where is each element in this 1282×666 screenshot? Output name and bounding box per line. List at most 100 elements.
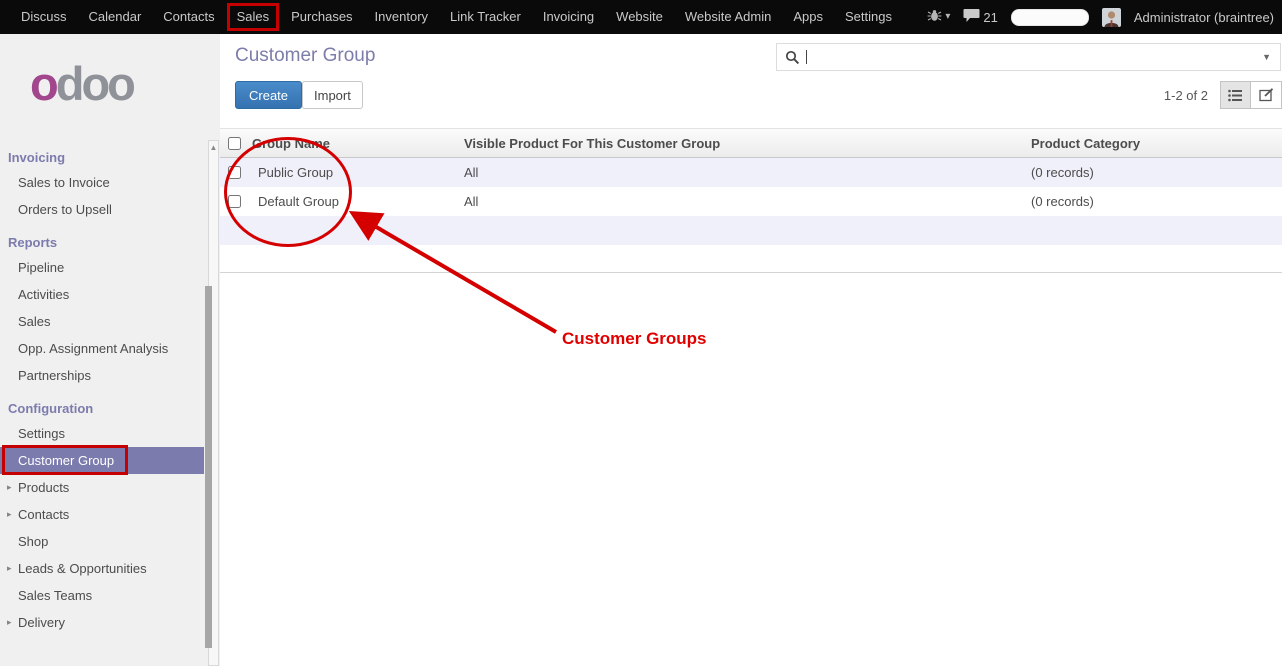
expand-triangle-icon: ▸ — [7, 482, 12, 493]
topbar-item-settings[interactable]: Settings — [834, 0, 903, 34]
topbar-item-invoicing[interactable]: Invoicing — [532, 0, 605, 34]
checkbox[interactable] — [228, 166, 241, 179]
topbar-item-website-admin[interactable]: Website Admin — [674, 0, 782, 34]
sidebar-item-leads-opportunities[interactable]: ▸ Leads & Opportunities — [0, 555, 204, 582]
import-button[interactable]: Import — [302, 81, 363, 109]
form-view-button[interactable] — [1251, 81, 1282, 109]
cell-visible-product: All — [460, 194, 1027, 209]
table-row[interactable]: Public Group All (0 records) — [220, 158, 1282, 187]
bug-icon — [927, 9, 942, 25]
empty-row — [220, 216, 1282, 245]
messages-count: 21 — [983, 10, 997, 25]
topbar-item-website[interactable]: Website — [605, 0, 674, 34]
sidebar-item-settings[interactable]: Settings — [0, 420, 204, 447]
cell-group-name: Public Group — [248, 165, 460, 180]
sidebar-item-sales-to-invoice[interactable]: Sales to Invoice — [0, 169, 204, 196]
topbar-right-tools: ▾ 21 Administrator (braintree — [927, 8, 1282, 27]
topbar-item-discuss[interactable]: Discuss — [10, 0, 78, 34]
sidebar-item-label: Customer Group — [18, 453, 114, 468]
user-avatar[interactable] — [1102, 8, 1121, 27]
search-dropdown-caret-icon[interactable]: ▼ — [1262, 52, 1271, 62]
sidebar: odoo Invoicing Sales to Invoice Orders t… — [0, 34, 204, 666]
sidebar-item-products[interactable]: ▸ Products — [0, 474, 204, 501]
sidebar-item-orders-to-upsell[interactable]: Orders to Upsell — [0, 196, 204, 223]
sidebar-item-partnerships[interactable]: Partnerships — [0, 362, 204, 389]
sidebar-section-configuration: Configuration Settings Customer Group ▸ P… — [0, 395, 204, 636]
sidebar-item-sales[interactable]: Sales — [0, 308, 204, 335]
sidebar-item-label: Delivery — [18, 615, 65, 630]
odoo-logo[interactable]: odoo — [30, 56, 204, 114]
sidebar-item-label: Settings — [18, 426, 65, 441]
topbar-item-link-tracker[interactable]: Link Tracker — [439, 0, 532, 34]
sidebar-menu: Invoicing Sales to Invoice Orders to Ups… — [0, 144, 204, 636]
logo-letter: o — [107, 57, 133, 110]
sidebar-section-invoicing: Invoicing Sales to Invoice Orders to Ups… — [0, 144, 204, 223]
scrollbar-up-arrow-icon[interactable]: ▲ — [209, 142, 218, 154]
chat-bubble-icon — [963, 8, 980, 26]
search-input[interactable] — [807, 46, 1262, 68]
user-menu[interactable]: Administrator (braintree) — [1134, 10, 1274, 25]
sidebar-item-shop[interactable]: Shop — [0, 528, 204, 555]
topbar-item-purchases[interactable]: Purchases — [280, 0, 363, 34]
sidebar-item-label: Leads & Opportunities — [18, 561, 147, 576]
sidebar-section-header: Invoicing — [0, 144, 204, 169]
row-checkbox-cell — [220, 166, 248, 179]
sidebar-item-label: Pipeline — [18, 260, 64, 275]
sidebar-item-label: Orders to Upsell — [18, 202, 112, 217]
breadcrumb-page-title: Customer Group — [235, 45, 375, 67]
create-button[interactable]: Create — [235, 81, 302, 109]
sidebar-item-label: Partnerships — [18, 368, 91, 383]
view-switcher — [1220, 81, 1282, 109]
search-bar: ▼ — [776, 43, 1281, 71]
sidebar-item-customer-group[interactable]: Customer Group — [0, 447, 204, 474]
sidebar-item-pipeline[interactable]: Pipeline — [0, 254, 204, 281]
sidebar-item-label: Shop — [18, 534, 48, 549]
checkbox[interactable] — [228, 195, 241, 208]
cell-product-category: (0 records) — [1027, 165, 1282, 180]
logo-letter: o — [81, 57, 107, 110]
sidebar-section-header: Reports — [0, 229, 204, 254]
top-menu-bar: Discuss Calendar Contacts Sales Purchase… — [0, 0, 1282, 34]
select-all-checkbox[interactable] — [220, 137, 248, 150]
topbar-item-apps[interactable]: Apps — [782, 0, 834, 34]
table-row[interactable]: Default Group All (0 records) — [220, 187, 1282, 216]
logo-letter: o — [30, 57, 56, 110]
list-view-button[interactable] — [1220, 81, 1251, 109]
annotation-sales-box: Sales — [227, 3, 280, 31]
sidebar-item-label: Contacts — [18, 507, 69, 522]
sidebar-item-sales-teams[interactable]: Sales Teams — [0, 582, 204, 609]
checkbox[interactable] — [228, 137, 241, 150]
sidebar-scroll-gutter: ▲ — [204, 34, 220, 666]
sidebar-item-label: Sales Teams — [18, 588, 92, 603]
column-header-group-name[interactable]: Group Name — [248, 136, 460, 151]
topbar-item-sales[interactable]: Sales — [230, 6, 277, 28]
expand-triangle-icon: ▸ — [7, 509, 12, 520]
search-icon — [785, 50, 800, 65]
sidebar-item-opp-assignment[interactable]: Opp. Assignment Analysis — [0, 335, 204, 362]
sidebar-section-header: Configuration — [0, 395, 204, 420]
expand-triangle-icon: ▸ — [7, 563, 12, 574]
topbar-item-contacts[interactable]: Contacts — [152, 0, 225, 34]
sidebar-item-delivery[interactable]: ▸ Delivery — [0, 609, 204, 636]
cell-group-name: Default Group — [248, 194, 460, 209]
column-header-visible-product[interactable]: Visible Product For This Customer Group — [460, 136, 1027, 151]
pager-range: 1-2 of 2 — [1164, 88, 1208, 103]
debug-menu-button[interactable]: ▾ — [927, 9, 950, 25]
messages-button[interactable]: 21 — [963, 8, 997, 26]
sidebar-item-label: Products — [18, 480, 69, 495]
list-icon — [1228, 89, 1243, 102]
sidebar-item-label: Sales to Invoice — [18, 175, 110, 190]
sidebar-item-activities[interactable]: Activities — [0, 281, 204, 308]
main-content: Customer Group ▼ Create Import 1-2 of 2 — [220, 34, 1282, 666]
topbar-item-calendar[interactable]: Calendar — [78, 0, 153, 34]
scrollbar-thumb[interactable] — [205, 286, 212, 648]
logo-letter: d — [56, 57, 82, 110]
expand-triangle-icon: ▸ — [7, 617, 12, 628]
sidebar-item-contacts[interactable]: ▸ Contacts — [0, 501, 204, 528]
status-pill-widget[interactable] — [1011, 9, 1089, 26]
row-checkbox-cell — [220, 195, 248, 208]
column-header-product-category[interactable]: Product Category — [1027, 136, 1282, 151]
sidebar-item-label: Activities — [18, 287, 69, 302]
topbar-item-inventory[interactable]: Inventory — [364, 0, 439, 34]
edit-form-icon — [1259, 88, 1274, 102]
